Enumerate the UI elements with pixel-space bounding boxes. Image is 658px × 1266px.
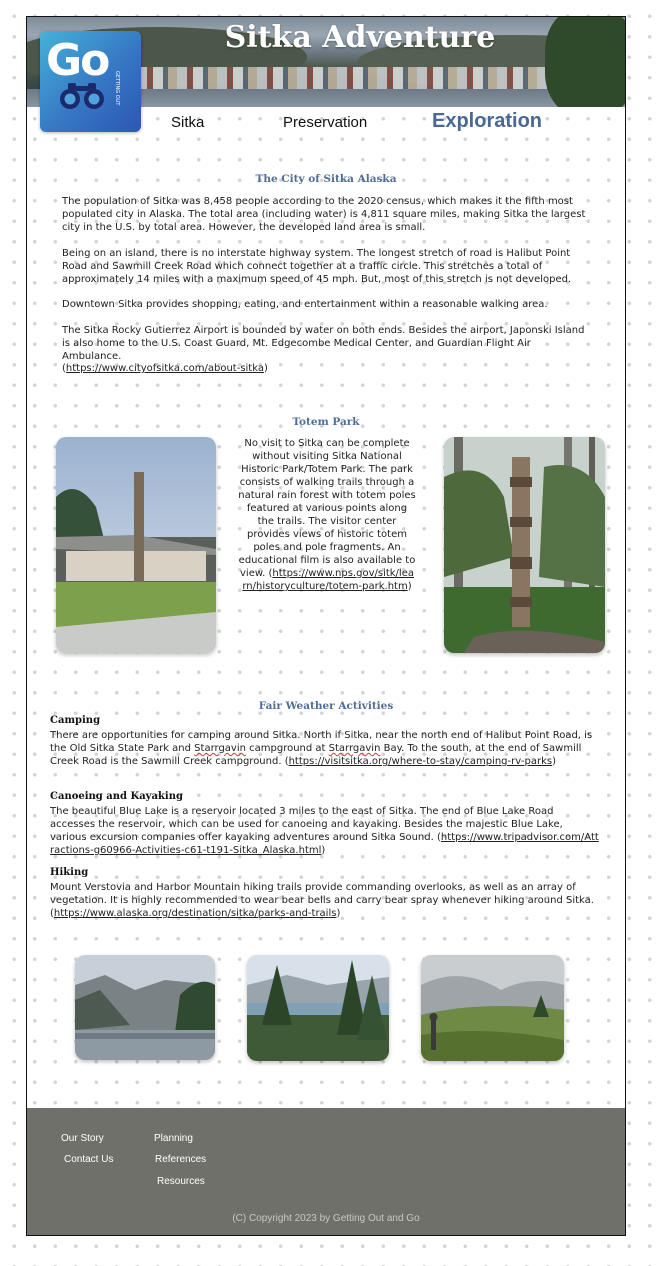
camping-misspelled-word: Starrgavin [328, 743, 381, 754]
logo[interactable]: Go GETTING OUT [40, 31, 141, 132]
camping-link[interactable]: https://visitsitka.org/where-to-stay/cam… [289, 756, 553, 767]
city-section-title: The City of Sitka Alaska [255, 173, 397, 185]
blue-lake-trees-photo [247, 955, 389, 1061]
logo-subtext: GETTING OUT [114, 71, 120, 106]
lake-mountains-photo [75, 955, 215, 1060]
camping-text-part: campground at [245, 743, 329, 754]
hiking-text-part: ) [336, 908, 341, 919]
footer-link-our-story[interactable]: Our Story [61, 1133, 104, 1144]
footer-link-contact-us[interactable]: Contact Us [64, 1154, 113, 1165]
city-paragraph-airport: The Sitka Rocky Gutierrez Airport is bou… [62, 325, 585, 362]
city-paragraph-roads: Being on an island, there is no intersta… [62, 248, 572, 285]
totem-text: No visit to Sitka can be complete withou… [238, 438, 416, 579]
footer-link-references[interactable]: References [155, 1154, 206, 1165]
camping-heading: Camping [50, 715, 101, 726]
logo-text: Go [46, 35, 110, 86]
camping-misspelled-word: Starrgavin [194, 743, 246, 754]
copyright-text: (C) Copyright 2023 by Getting Out and Go [232, 1213, 420, 1224]
city-link-line: (https://www.cityofsitka.com/about-sitka… [62, 363, 268, 374]
hiking-heading: Hiking [50, 867, 89, 878]
site-title: Sitka Adventure [224, 20, 496, 55]
camping-text-part: ) [552, 756, 556, 767]
hiking-meadow-photo [421, 955, 564, 1061]
kayaking-text-part: ) [321, 845, 326, 856]
nav-preservation[interactable]: Preservation [283, 114, 367, 131]
hiking-text: Mount Verstovia and Harbor Mountain hiki… [50, 881, 600, 920]
city-paragraph-population: The population of Sitka was 8,458 people… [62, 196, 586, 233]
totem-link[interactable]: https://www.nps.gov/sitk/learn/historycu… [242, 568, 414, 592]
nav-exploration[interactable]: Exploration [432, 110, 542, 133]
totem-section-title: Totem Park [292, 416, 360, 428]
totem-description: No visit to Sitka can be complete withou… [238, 438, 416, 592]
footer-link-planning[interactable]: Planning [154, 1133, 193, 1144]
camping-text: There are opportunities for camping arou… [50, 729, 600, 768]
binoculars-icon [60, 83, 104, 109]
city-paragraph-downtown: Downtown Sitka provides shopping, eating… [62, 299, 548, 310]
city-link[interactable]: https://www.cityofsitka.com/about-sitka [66, 363, 264, 374]
visitor-center-totem-photo [56, 437, 216, 653]
hiking-link[interactable]: https://www.alaska.org/destination/sitka… [54, 908, 337, 919]
footer-link-resources[interactable]: Resources [157, 1176, 205, 1187]
activities-section-title: Fair Weather Activities [258, 700, 394, 712]
kayaking-heading: Canoeing and Kayaking [50, 791, 183, 802]
kayaking-text: The beautiful Blue Lake is a reservoir l… [50, 805, 600, 857]
forest-totem-photo [444, 437, 605, 653]
nav-sitka[interactable]: Sitka [171, 114, 204, 131]
